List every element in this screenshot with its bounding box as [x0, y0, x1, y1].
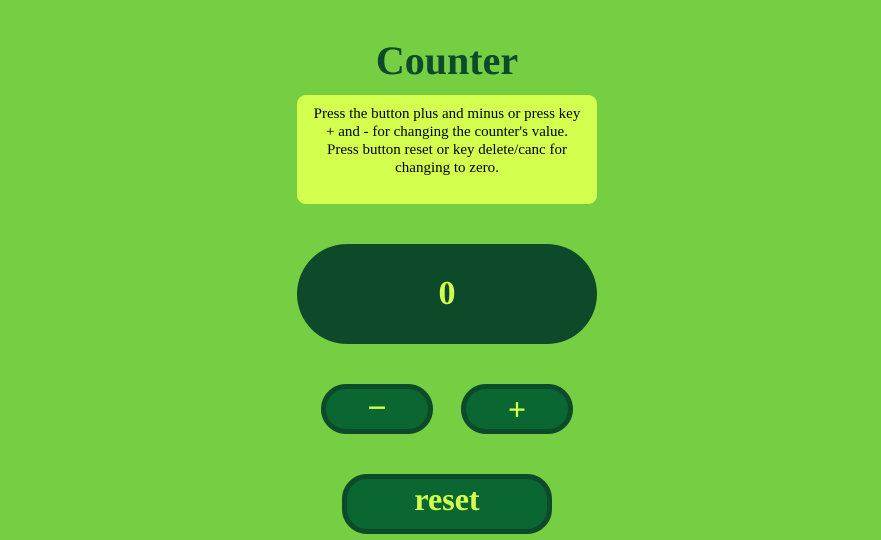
decrement-button[interactable]: − — [321, 384, 433, 434]
increment-button[interactable]: + — [461, 384, 573, 434]
instructions-line-2: Press button reset or key delete/canc fo… — [327, 142, 567, 176]
instructions-line-1: Press the button plus and minus or press… — [313, 106, 581, 140]
increment-label: + — [507, 390, 527, 427]
counter-page: Counter Press the button plus and minus … — [0, 0, 881, 540]
decrement-label: − — [367, 390, 387, 427]
reset-button[interactable]: reset — [342, 474, 552, 534]
counter-display: 0 — [297, 244, 597, 344]
page-title: Counter — [375, 38, 519, 83]
counter-value: 0 — [438, 275, 456, 312]
instructions-box: Press the button plus and minus or press… — [297, 95, 597, 204]
reset-label: reset — [414, 481, 480, 517]
